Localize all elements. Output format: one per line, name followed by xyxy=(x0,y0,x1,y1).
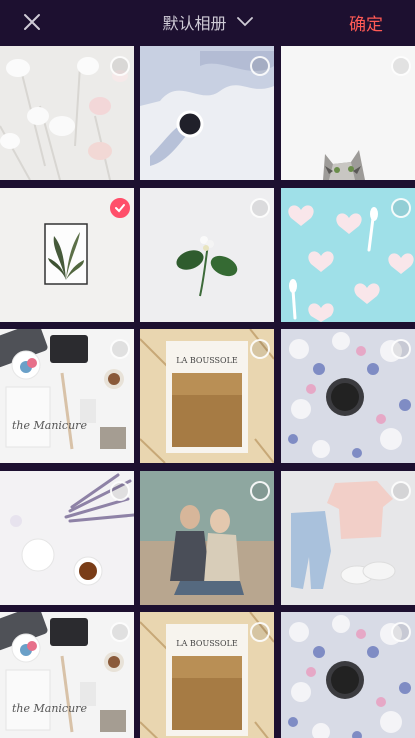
select-checkbox[interactable] xyxy=(110,481,130,501)
photo-grid: the Manicure LA BOUSSOLE the Manicure LA… xyxy=(0,46,415,738)
photo-tile[interactable] xyxy=(0,188,134,322)
notebook-text: the Manicure xyxy=(12,419,87,432)
select-checkbox[interactable] xyxy=(250,622,270,642)
select-checkbox[interactable] xyxy=(250,339,270,359)
photo-tile[interactable] xyxy=(281,329,415,463)
photo-tile[interactable] xyxy=(281,612,415,738)
select-checkbox[interactable] xyxy=(250,198,270,218)
album-title: 默认相册 xyxy=(162,14,227,33)
photo-tile[interactable] xyxy=(281,471,415,605)
select-checkbox[interactable] xyxy=(110,56,130,76)
photo-tile[interactable]: the Manicure xyxy=(0,329,134,463)
select-checkbox[interactable] xyxy=(391,198,411,218)
photo-tile[interactable]: the Manicure xyxy=(0,612,134,738)
photo-tile[interactable] xyxy=(140,471,274,605)
confirm-button[interactable]: 确定 xyxy=(349,10,383,35)
select-checkbox[interactable] xyxy=(391,622,411,642)
photo-tile[interactable] xyxy=(281,188,415,322)
photo-tile[interactable] xyxy=(281,46,415,180)
select-checkbox[interactable] xyxy=(250,481,270,501)
photo-tile[interactable] xyxy=(140,46,274,180)
book-title: LA BOUSSOLE xyxy=(176,356,238,365)
chevron-down-icon xyxy=(236,17,253,27)
top-bar: 默认相册 确定 xyxy=(0,0,415,44)
select-checkbox[interactable] xyxy=(110,339,130,359)
photo-tile[interactable] xyxy=(0,46,134,180)
select-checkbox[interactable] xyxy=(391,339,411,359)
photo-tile[interactable]: LA BOUSSOLE xyxy=(140,612,274,738)
select-checkbox[interactable] xyxy=(110,198,130,218)
notebook-text: the Manicure xyxy=(12,702,87,715)
select-checkbox[interactable] xyxy=(391,56,411,76)
photo-tile[interactable]: LA BOUSSOLE xyxy=(140,329,274,463)
photo-tile[interactable] xyxy=(140,188,274,322)
checkmark-icon xyxy=(115,204,125,213)
book-title: LA BOUSSOLE xyxy=(176,639,238,648)
photo-tile[interactable] xyxy=(0,471,134,605)
select-checkbox[interactable] xyxy=(250,56,270,76)
select-checkbox[interactable] xyxy=(391,481,411,501)
select-checkbox[interactable] xyxy=(110,622,130,642)
